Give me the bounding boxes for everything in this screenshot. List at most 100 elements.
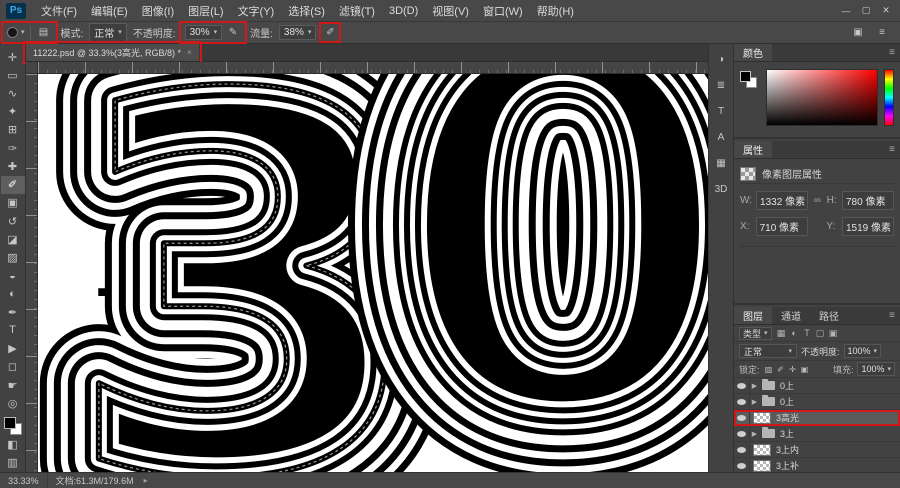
layer-thumbnail[interactable] bbox=[753, 459, 771, 472]
flow-select[interactable]: 38% ▾ bbox=[278, 25, 317, 40]
canvas-viewport[interactable]: E MY THE MISTAKES THAT I MADE S P P 3 3 3 3 3 3 3 3 3 3… bbox=[38, 74, 708, 472]
eraser-tool[interactable]: ◪ bbox=[1, 230, 25, 248]
filter-adjustment-layers-icon[interactable]: ◐ bbox=[789, 328, 800, 339]
expand-group-icon[interactable]: ▶ bbox=[750, 382, 759, 390]
tab-color[interactable]: 颜色 bbox=[734, 44, 772, 61]
panel-menu-icon[interactable]: ≡ bbox=[889, 144, 895, 155]
menu-item-9[interactable]: 窗口(W) bbox=[476, 0, 530, 21]
styles-panel-icon[interactable]: ▦ bbox=[710, 154, 732, 172]
layer-visibility-toggle[interactable] bbox=[734, 458, 750, 473]
layer-row[interactable]: ▶ 0上 bbox=[734, 378, 900, 394]
clone-stamp-tool[interactable]: ▣ bbox=[1, 194, 25, 212]
layer-visibility-toggle[interactable] bbox=[734, 410, 750, 425]
shape-tool[interactable]: ◻ bbox=[1, 358, 25, 376]
menu-item-0[interactable]: 文件(F) bbox=[34, 0, 84, 21]
quick-select-tool[interactable]: ✦ bbox=[1, 103, 25, 121]
3d-panel-icon[interactable]: 3D bbox=[710, 180, 732, 198]
foreground-color-swatch[interactable] bbox=[740, 71, 751, 82]
menu-item-8[interactable]: 视图(V) bbox=[425, 0, 476, 21]
layer-visibility-toggle[interactable] bbox=[734, 378, 750, 393]
color-swatches-control[interactable] bbox=[3, 416, 23, 436]
minimize-button[interactable]: — bbox=[836, 3, 856, 19]
photoshop-logo-icon[interactable]: Ps bbox=[6, 2, 26, 19]
zoom-tool[interactable]: ◎ bbox=[1, 394, 25, 412]
airbrush-icon[interactable]: ✐ bbox=[319, 22, 342, 43]
lock-all-icon[interactable]: ▣ bbox=[800, 365, 810, 374]
marquee-tool[interactable]: ▭ bbox=[1, 66, 25, 84]
lock-image-pixels-icon[interactable]: ✐ bbox=[776, 365, 786, 374]
layer-thumbnail[interactable] bbox=[753, 411, 771, 424]
healing-brush-tool[interactable]: ✚ bbox=[1, 157, 25, 175]
tab-properties[interactable]: 属性 bbox=[734, 141, 772, 158]
blend-mode-select[interactable]: 正常 ▾ bbox=[89, 23, 127, 42]
foreground-background-swatches[interactable] bbox=[740, 69, 760, 126]
gradient-tool[interactable]: ▨ bbox=[1, 248, 25, 266]
document-tab[interactable]: 11222.psd @ 33.3%(3高光, RGB/8) * × bbox=[23, 41, 202, 64]
menu-item-2[interactable]: 图像(I) bbox=[135, 0, 181, 21]
filter-shape-layers-icon[interactable]: ▢ bbox=[815, 328, 826, 339]
saturation-brightness-field[interactable] bbox=[766, 69, 878, 126]
layer-filter-kind-select[interactable]: 类型 ▾ bbox=[739, 326, 772, 340]
layer-opacity-select[interactable]: 100% ▾ bbox=[843, 344, 882, 358]
panel-options-icon[interactable]: ≡ bbox=[874, 25, 890, 40]
info-panel-icon[interactable]: ≣ bbox=[710, 76, 732, 94]
status-options-icon[interactable]: ▸ bbox=[144, 476, 148, 485]
eyedropper-tool[interactable]: ✑ bbox=[1, 139, 25, 157]
x-field[interactable]: 710 像素 bbox=[755, 217, 808, 236]
paragraph-panel-icon[interactable]: A bbox=[710, 128, 732, 146]
menu-item-5[interactable]: 选择(S) bbox=[281, 0, 332, 21]
move-tool[interactable]: ✛ bbox=[1, 48, 25, 66]
filter-pixel-layers-icon[interactable]: ▦ bbox=[776, 328, 787, 339]
path-select-tool[interactable]: ▶ bbox=[1, 340, 25, 358]
brush-preset-picker[interactable]: ▾ ▤ bbox=[1, 21, 58, 44]
menu-item-3[interactable]: 图层(L) bbox=[181, 0, 230, 21]
close-button[interactable]: ✕ bbox=[876, 3, 896, 19]
close-tab-icon[interactable]: × bbox=[187, 48, 192, 57]
menu-item-10[interactable]: 帮助(H) bbox=[530, 0, 581, 21]
foreground-color-swatch[interactable] bbox=[3, 417, 16, 430]
menu-item-7[interactable]: 3D(D) bbox=[382, 0, 425, 21]
hue-slider[interactable] bbox=[884, 69, 894, 126]
character-panel-icon[interactable]: T bbox=[710, 102, 732, 120]
expand-group-icon[interactable]: ▶ bbox=[750, 430, 759, 438]
layer-row[interactable]: ▶ 3上 bbox=[734, 426, 900, 442]
panel-menu-icon[interactable]: ≡ bbox=[889, 47, 895, 58]
hand-tool[interactable]: ☛ bbox=[1, 376, 25, 394]
lasso-tool[interactable]: ∿ bbox=[1, 84, 25, 102]
layer-visibility-toggle[interactable] bbox=[734, 426, 750, 441]
workspace-icon[interactable]: ▣ bbox=[850, 25, 866, 40]
expand-group-icon[interactable]: ▶ bbox=[750, 398, 759, 406]
lock-position-icon[interactable]: ✛ bbox=[788, 365, 798, 374]
layer-row[interactable]: ▶ 0上 bbox=[734, 394, 900, 410]
menu-item-4[interactable]: 文字(Y) bbox=[231, 0, 282, 21]
crop-tool[interactable]: ⊞ bbox=[1, 121, 25, 139]
dodge-tool[interactable]: ◐ bbox=[1, 285, 25, 303]
pressure-opacity-icon[interactable]: ✎ bbox=[225, 25, 241, 40]
menu-item-1[interactable]: 编辑(E) bbox=[84, 0, 135, 21]
layer-visibility-toggle[interactable] bbox=[734, 442, 750, 457]
panel-menu-icon[interactable]: ≡ bbox=[889, 310, 895, 321]
quick-mask-mode-button[interactable]: ◧ bbox=[1, 436, 25, 454]
layer-row[interactable]: 3高光 bbox=[734, 410, 900, 426]
filter-smart-objects-icon[interactable]: ▣ bbox=[828, 328, 839, 339]
height-field[interactable]: 780 像素 bbox=[842, 191, 894, 210]
layer-visibility-toggle[interactable] bbox=[734, 394, 750, 409]
zoom-level-field[interactable]: 33.33% bbox=[0, 473, 48, 488]
layer-blend-mode-select[interactable]: 正常 ▾ bbox=[739, 344, 797, 358]
layer-thumbnail[interactable] bbox=[753, 443, 771, 456]
type-tool[interactable]: T bbox=[1, 321, 25, 339]
opacity-select[interactable]: 30% ▾ bbox=[184, 25, 223, 40]
width-field[interactable]: 1332 像素 bbox=[756, 191, 809, 210]
maximize-button[interactable]: ▢ bbox=[856, 3, 876, 19]
tab-layers-1[interactable]: 通道 bbox=[772, 307, 810, 324]
layer-fill-select[interactable]: 100% ▾ bbox=[857, 362, 895, 376]
menu-item-6[interactable]: 滤镜(T) bbox=[332, 0, 382, 21]
screen-mode-button[interactable]: ▥ bbox=[1, 454, 25, 472]
layer-row[interactable]: 3上内 bbox=[734, 442, 900, 458]
tab-layers-0[interactable]: 图层 bbox=[734, 307, 772, 324]
link-dimensions-icon[interactable]: ∞ bbox=[812, 195, 823, 206]
history-brush-tool[interactable]: ↺ bbox=[1, 212, 25, 230]
toggle-brush-panel-icon[interactable]: ▤ bbox=[36, 25, 52, 40]
filter-type-layers-icon[interactable]: T bbox=[802, 328, 813, 339]
brush-tool[interactable]: ✐ bbox=[0, 175, 25, 194]
